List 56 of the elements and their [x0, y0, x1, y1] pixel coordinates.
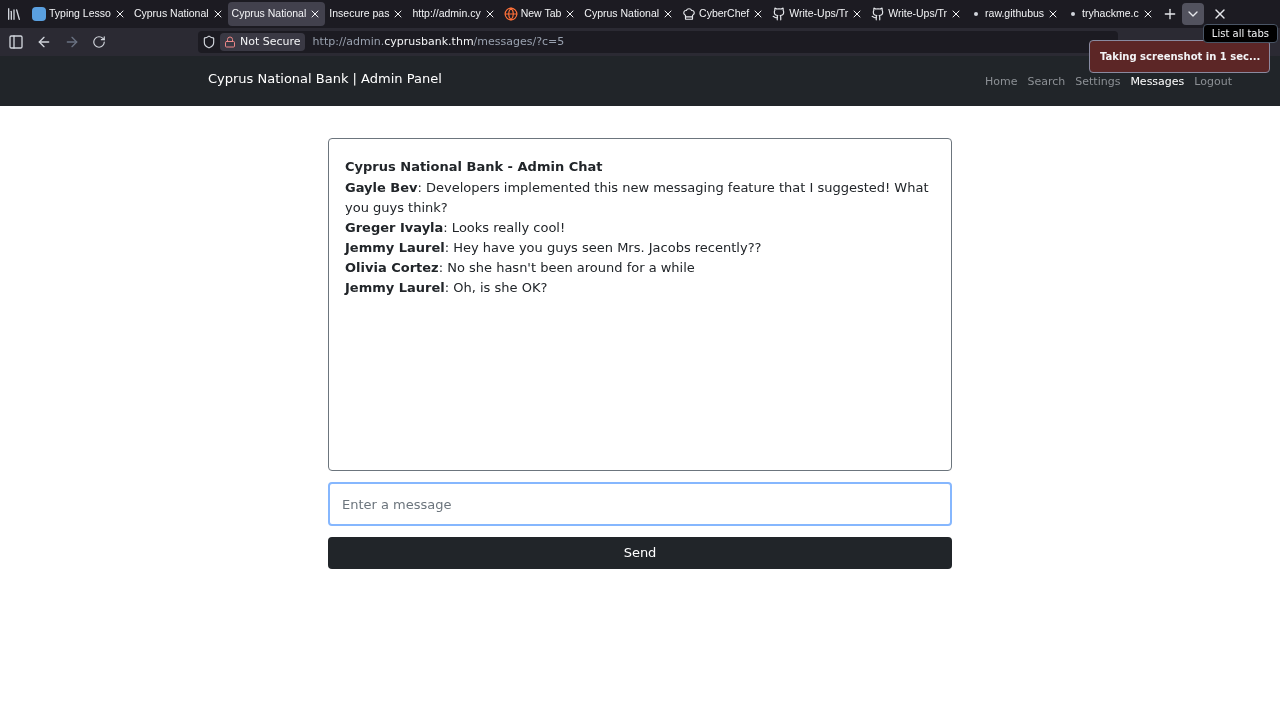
browser-tab[interactable]: New Tab: [499, 2, 581, 26]
back-icon[interactable]: [36, 34, 52, 50]
send-button[interactable]: Send: [328, 537, 952, 569]
tab-title: Write-Ups/Tr: [888, 6, 948, 22]
url-text: http://admin.cyprusbank.thm/messages/?c=5: [312, 33, 565, 50]
github-icon: [772, 7, 787, 21]
message-field[interactable]: Enter a message: [328, 482, 952, 526]
sidebar-icon[interactable]: [8, 34, 24, 50]
browser-tab[interactable]: Cyprus National: [227, 2, 326, 26]
nav-link[interactable]: Messages: [1130, 73, 1185, 91]
nav-link[interactable]: Home: [984, 73, 1018, 91]
nav-link[interactable]: Settings: [1075, 73, 1121, 91]
chat-message: Jemmy Laurel: Hey have you guys seen Mrs. Jacobs recently??: [345, 239, 763, 257]
tab-title: Cyprus National: [231, 6, 307, 22]
nav-link[interactable]: Logout: [1194, 73, 1232, 91]
tab-title: Cyprus National: [584, 6, 660, 22]
tab-title: Write-Ups/Tr: [789, 6, 849, 22]
tooltip: List all tabs: [1202, 24, 1278, 43]
tab-title: Typing Lesso: [49, 6, 111, 22]
browser-tab[interactable]: Cyprus National: [129, 2, 228, 26]
browser-tab[interactable]: Write-Ups/Tr: [867, 2, 967, 26]
chat-message: Olivia Cortez: No she hasn't been around for a while: [345, 259, 696, 277]
shield-icon: [202, 35, 216, 49]
browser-tab[interactable]: raw.githubus: [966, 2, 1064, 26]
tab-title: tryhackme.c: [1082, 6, 1139, 22]
list-tabs-button[interactable]: [1181, 3, 1204, 25]
chef-hat-icon: [682, 7, 697, 21]
chat-message: Gayle Bev: Developers implemented this new messaging feature that I suggested! What you guys think?: [345, 179, 930, 217]
chat-message: Jemmy Laurel: Oh, is she OK?: [345, 279, 549, 297]
tab-title: Insecure pas: [329, 6, 390, 22]
forward-icon[interactable]: [64, 34, 80, 50]
browser-tab[interactable]: Insecure pas: [325, 2, 409, 26]
browser-tab[interactable]: Write-Ups/Tr: [768, 2, 868, 26]
tab-title: CyberChef: [699, 6, 750, 22]
globe-icon: [503, 7, 518, 21]
browser-tab[interactable]: http://admin.cy: [408, 2, 500, 26]
brand-title[interactable]: Cyprus National Bank | Admin Panel: [208, 69, 442, 89]
chat-message: Greger Ivayla: Looks really cool!: [345, 219, 567, 237]
browser-tab[interactable]: tryhackme.c: [1063, 2, 1158, 26]
browser-tab[interactable]: Cyprus National: [580, 2, 679, 26]
tab-title: Cyprus National: [133, 6, 209, 22]
favicon-icon: [32, 7, 46, 21]
notification: Taking screenshot in 1 sec...: [1089, 40, 1270, 73]
tab-title: New Tab: [520, 6, 562, 22]
tab-title: http://admin.cy: [412, 6, 481, 22]
tab-title: raw.githubus: [985, 6, 1045, 22]
browser-tab[interactable]: CyberChef: [678, 2, 769, 26]
address-bar[interactable]: Not Secure http://admin.cyprusbank.thm/messages/?c=5: [198, 31, 1118, 53]
security-indicator[interactable]: Not Secure: [220, 33, 305, 51]
nav-link[interactable]: Search: [1027, 73, 1066, 91]
security-label: Not Secure: [240, 33, 301, 50]
chat-title: Cyprus National Bank - Admin Chat: [345, 158, 604, 176]
browser-tab[interactable]: Typing Lesso: [28, 2, 130, 26]
reload-icon[interactable]: [92, 35, 106, 49]
lock-icon: [224, 36, 236, 48]
github-icon: [871, 7, 886, 21]
